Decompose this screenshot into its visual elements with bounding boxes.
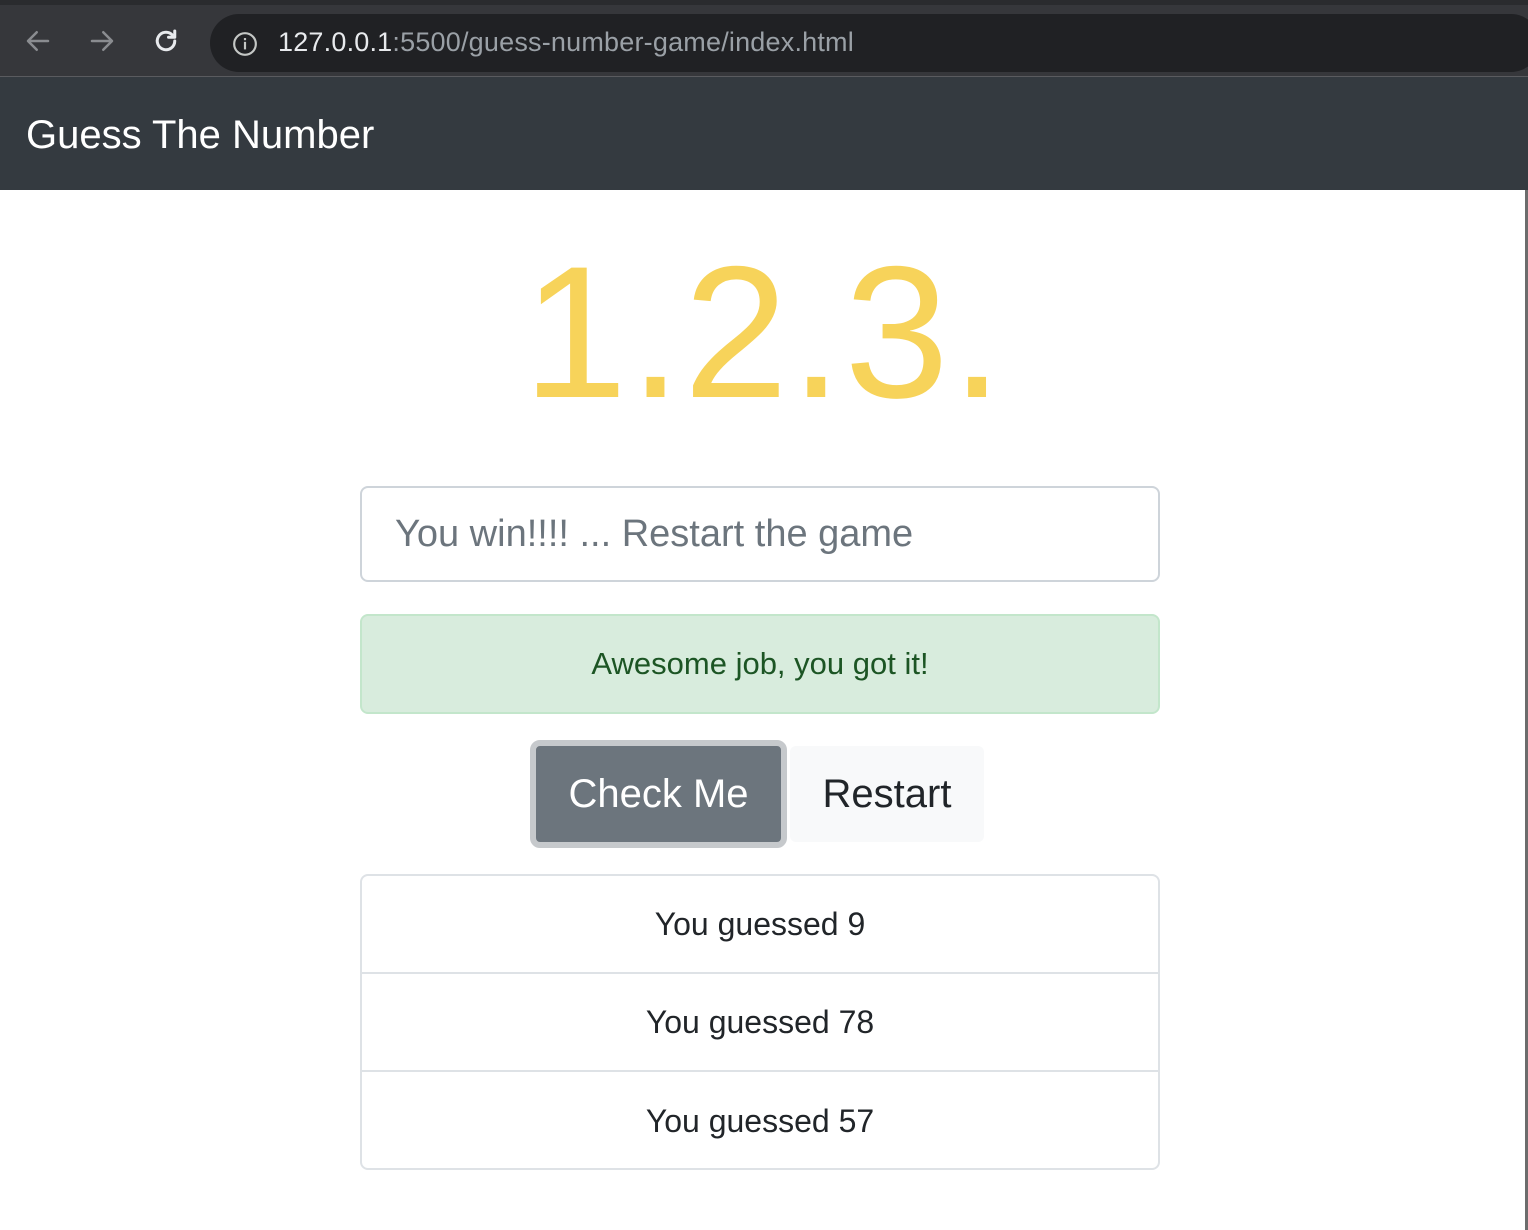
list-item: You guessed 57 xyxy=(645,1102,875,1139)
app-navbar: Guess The Number xyxy=(0,77,1528,190)
restart-button[interactable]: Restart xyxy=(790,746,984,842)
forward-button[interactable] xyxy=(84,23,120,59)
alert-message: Awesome job, you got it! xyxy=(591,646,929,681)
success-alert: Awesome job, you got it! xyxy=(360,614,1160,714)
number-display: 1.2.3. xyxy=(522,227,1006,437)
url-host: 127.0.0.1 xyxy=(278,27,393,57)
back-button[interactable] xyxy=(20,23,56,59)
navbar-brand[interactable]: Guess The Number xyxy=(26,113,374,158)
address-bar[interactable]: 127.0.0.1:5500/guess-number-game/index.h… xyxy=(210,14,1528,72)
url-path: :5500/guess-number-game/index.html xyxy=(392,27,854,57)
guess-history-list: You guessed 9 You guessed 78 You guessed… xyxy=(360,874,1160,1170)
list-item: You guessed 9 xyxy=(362,876,1158,974)
url-text: 127.0.0.1:5500/guess-number-game/index.h… xyxy=(278,27,854,58)
arrow-left-icon xyxy=(26,31,50,51)
list-item: You guessed 78 xyxy=(362,974,1158,1072)
info-circle-icon[interactable] xyxy=(232,31,258,57)
guess-input[interactable] xyxy=(360,486,1160,582)
browser-toolbar: 127.0.0.1:5500/guess-number-game/index.h… xyxy=(0,0,1528,77)
reload-icon xyxy=(155,29,177,52)
reload-button[interactable] xyxy=(148,23,184,59)
arrow-right-icon xyxy=(90,31,114,51)
check-me-button[interactable]: Check Me xyxy=(530,740,787,848)
